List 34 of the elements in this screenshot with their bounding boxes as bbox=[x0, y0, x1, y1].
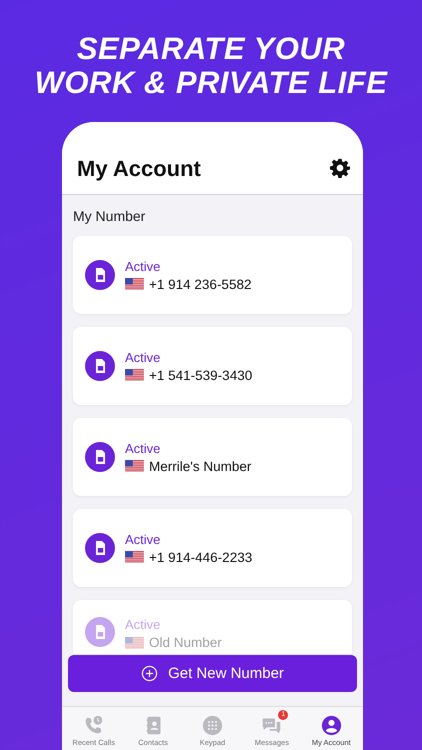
sim-card-icon bbox=[85, 533, 115, 563]
flag-icon bbox=[125, 278, 144, 290]
headline-text: SEPARATE YOUR bbox=[76, 32, 346, 66]
number-card[interactable]: Active +1 914-446-2233 bbox=[73, 509, 352, 587]
status-label: Active bbox=[125, 617, 162, 632]
phone-number: Old Number bbox=[149, 635, 222, 650]
phone-clock-icon bbox=[83, 715, 104, 736]
phone-number: +1 914-446-2233 bbox=[149, 550, 252, 564]
section-title: My Number bbox=[73, 208, 146, 224]
person-icon bbox=[320, 715, 342, 736]
sim-card-icon bbox=[85, 617, 115, 647]
keypad-icon bbox=[202, 715, 223, 736]
number-card[interactable]: Active +1 541-539-3430 bbox=[73, 327, 352, 405]
flag-icon bbox=[125, 369, 144, 381]
sim-card-icon bbox=[85, 351, 115, 381]
screen-title: My Account bbox=[77, 156, 201, 182]
phone-number: Merrile's Number bbox=[149, 458, 252, 474]
flag-icon bbox=[125, 551, 144, 563]
status-label: Active bbox=[125, 440, 162, 456]
phone-number: +1 914 236-5582 bbox=[149, 276, 252, 292]
status-label: Active bbox=[125, 350, 162, 364]
status-label: Active bbox=[125, 258, 162, 274]
plus-icon bbox=[141, 665, 158, 682]
status-label: Active bbox=[125, 532, 162, 546]
number-card[interactable]: Active +1 914 236-5582 bbox=[73, 236, 352, 314]
flag-icon bbox=[125, 460, 144, 472]
sim-card-icon bbox=[85, 442, 115, 472]
headline-text: WORK & PRIVATE LIFE bbox=[34, 66, 388, 100]
flag-icon bbox=[125, 636, 144, 648]
get-new-number-button[interactable]: Get New Number bbox=[68, 655, 357, 692]
sim-card-icon bbox=[85, 260, 115, 290]
settings-icon[interactable] bbox=[330, 158, 350, 178]
phone-number: +1 541-539-3430 bbox=[149, 368, 252, 382]
number-card[interactable]: Active Merrile's Number bbox=[73, 418, 352, 496]
